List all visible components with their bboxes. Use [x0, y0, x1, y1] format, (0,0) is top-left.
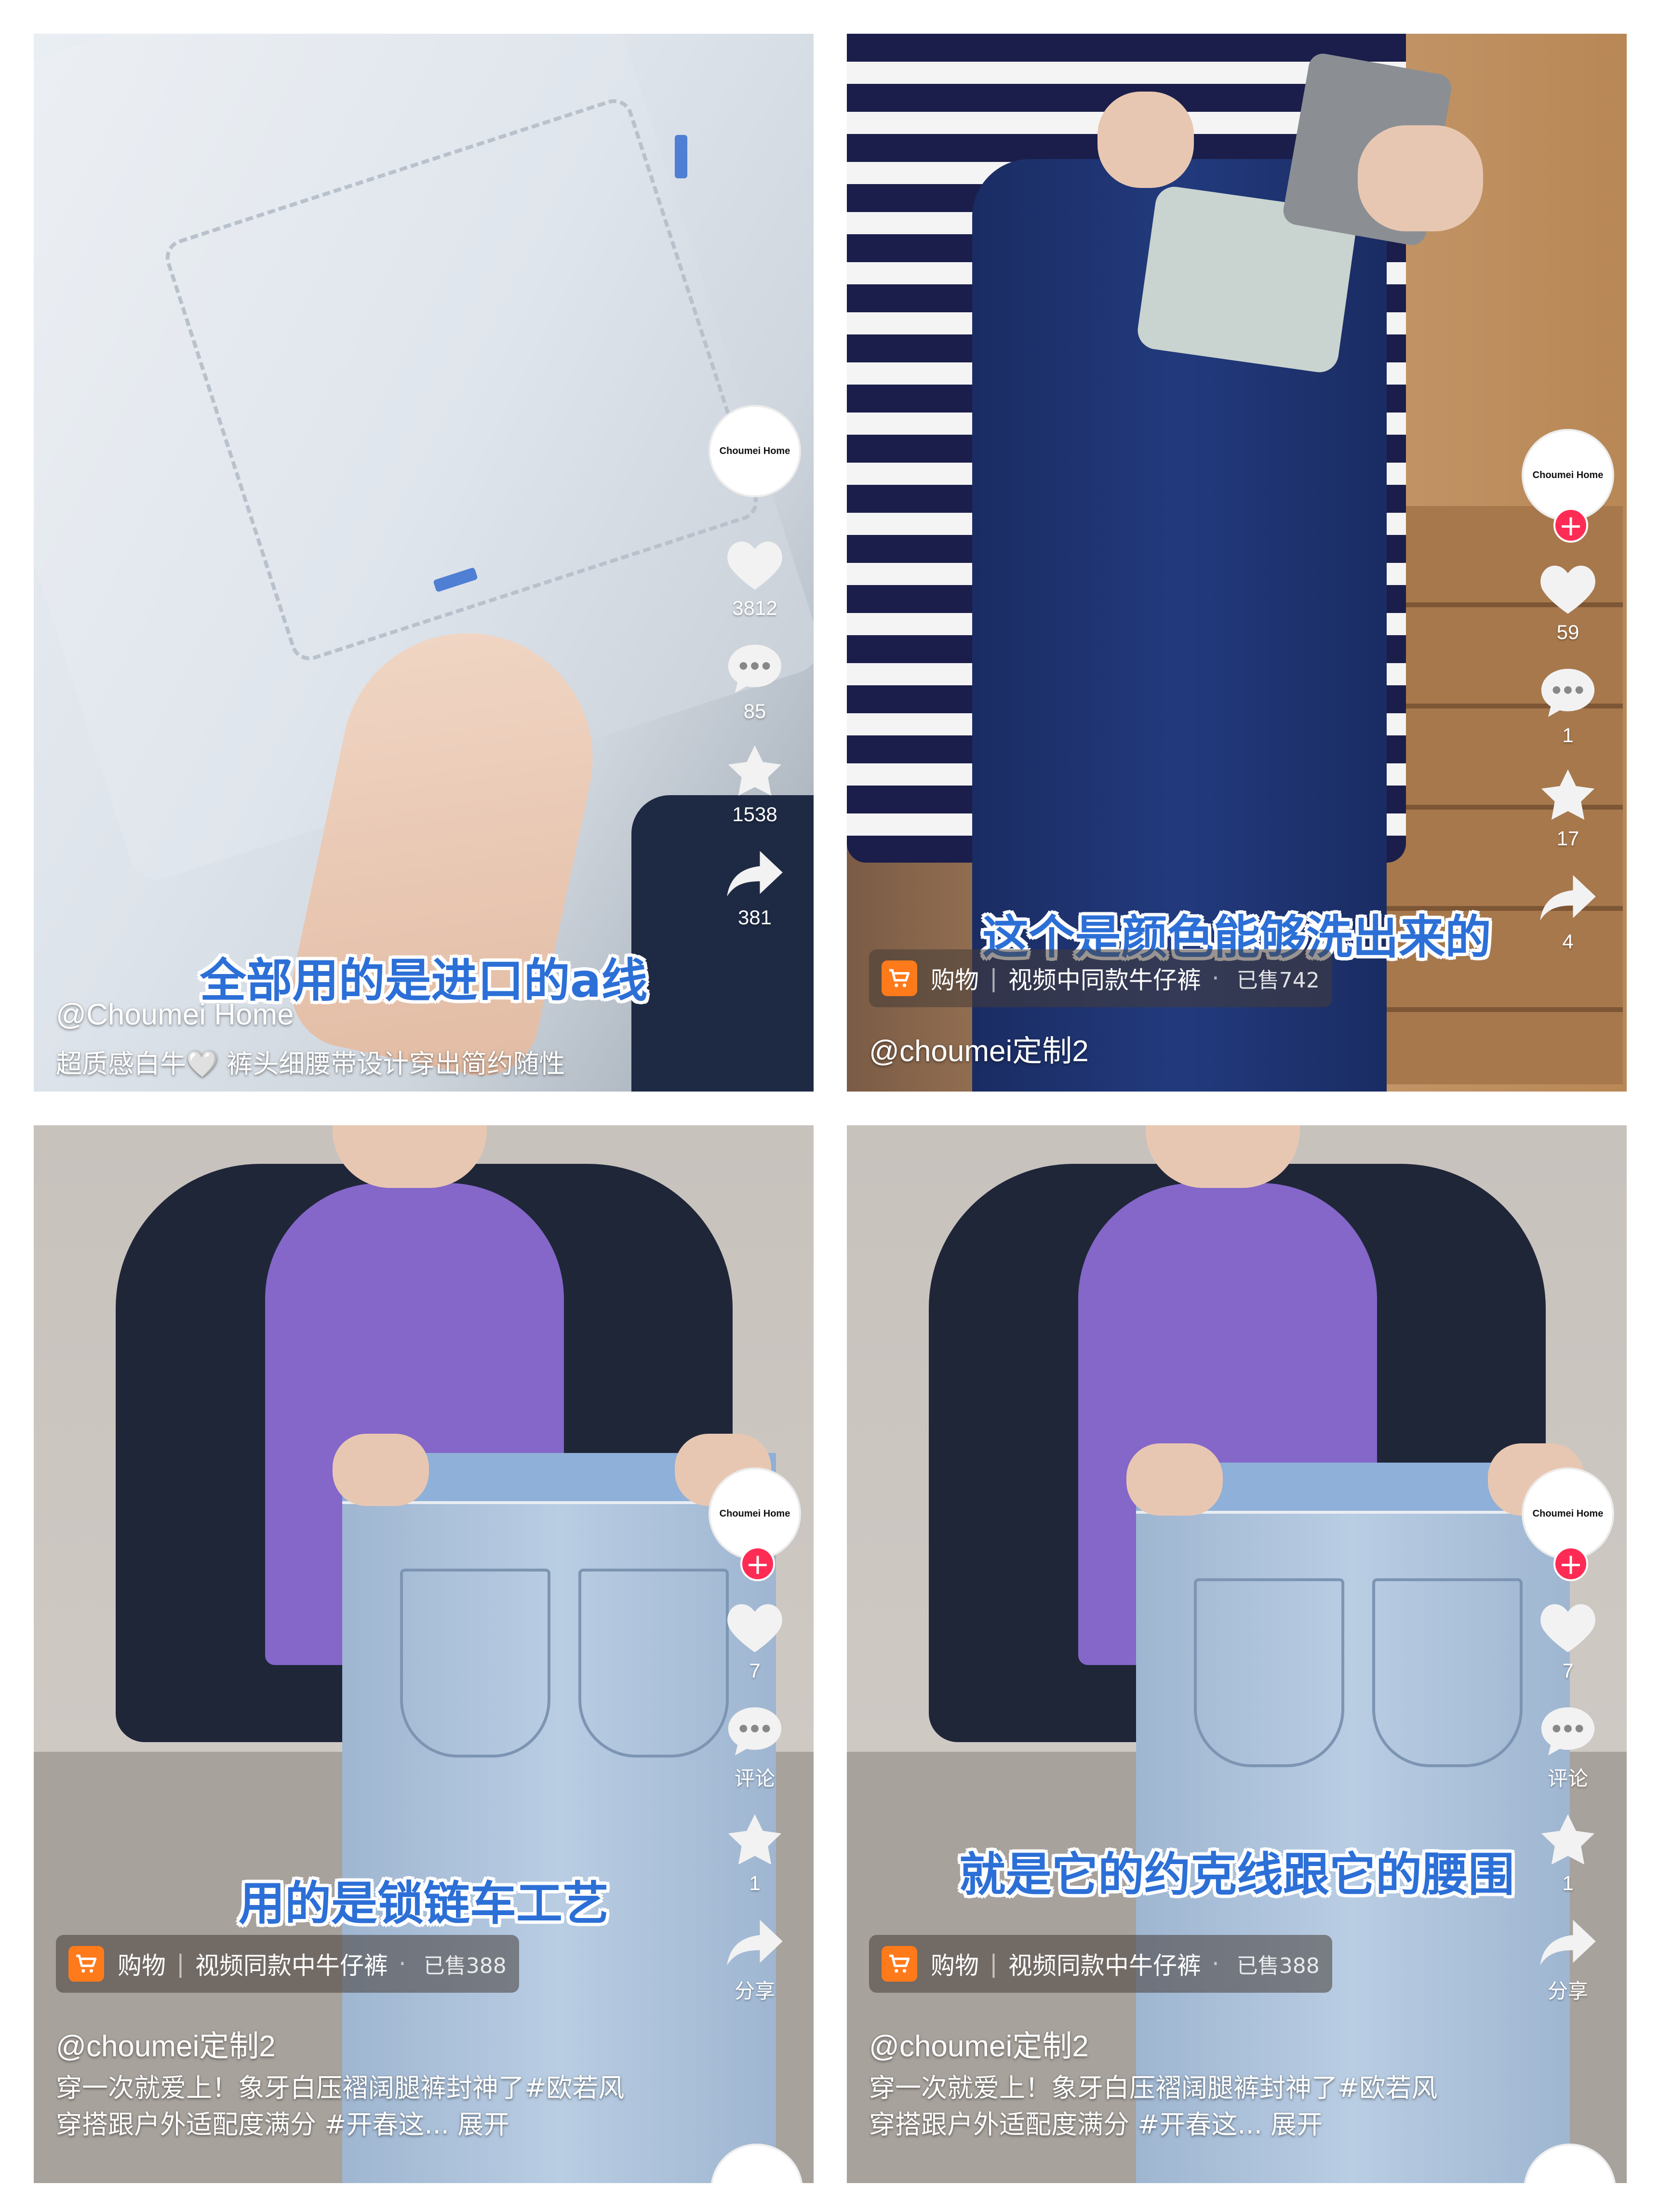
- video-description[interactable]: 穿一次就爱上！象牙白压褶阔腿裤封神了#欧若风穿搭跟户外适配度满分 #开春这...…: [869, 2070, 1447, 2143]
- like-button[interactable]: 59: [1538, 560, 1598, 644]
- shop-label: 购物: [931, 1952, 979, 1980]
- like-button[interactable]: 7: [724, 1599, 785, 1682]
- comment-icon: [728, 644, 782, 693]
- cart-icon: [68, 1946, 104, 1982]
- favorite-count: 1538: [732, 803, 777, 826]
- shop-bar[interactable]: 购物 | 视频同款中牛仔裤 · 已售388: [56, 1935, 519, 1993]
- comment-count: 1: [1562, 724, 1574, 746]
- shop-label: 购物: [118, 1952, 166, 1980]
- comment-icon: [1541, 1707, 1595, 1756]
- share-icon: [727, 851, 783, 897]
- heart-icon: [727, 1604, 782, 1652]
- video-description[interactable]: 穿一次就爱上！象牙白压褶阔腿裤封神了#欧若风穿搭跟户外适配度满分 #开春这...…: [56, 2070, 634, 2143]
- star-icon: [728, 1814, 782, 1865]
- shop-bar[interactable]: 购物 | 视频中同款牛仔裤 · 已售742: [869, 949, 1332, 1007]
- video-card-1[interactable]: Choumei Home 3812 85 1538 381 全部用的是进口的a线…: [34, 34, 814, 1092]
- shop-label: 购物: [931, 966, 979, 994]
- follow-plus-icon[interactable]: +: [1553, 508, 1588, 543]
- video-card-2[interactable]: Choumei Home + 59 1 17 4 这个是颜色能够洗出来的 购物 …: [847, 34, 1627, 1092]
- creator-avatar[interactable]: Choumei Home: [709, 405, 801, 497]
- creator-handle[interactable]: @choumei定制2: [56, 2022, 276, 2065]
- divider: ·: [1211, 1950, 1219, 1978]
- favorite-button[interactable]: 17: [1538, 766, 1598, 850]
- comment-button[interactable]: 1: [1538, 663, 1598, 747]
- comment-label: 评论: [1547, 1767, 1588, 1790]
- comment-button[interactable]: 85: [724, 639, 785, 723]
- action-rail: Choumei Home + 59 1 17 4: [1520, 429, 1616, 973]
- star-icon: [1541, 769, 1595, 820]
- like-count: 3812: [732, 597, 777, 619]
- shop-bar[interactable]: 购物 | 视频同款中牛仔裤 · 已售388: [869, 1935, 1332, 1993]
- like-count: 7: [1562, 1659, 1574, 1682]
- comment-label: 评论: [734, 1767, 775, 1790]
- divider: ·: [1211, 964, 1219, 992]
- comment-button[interactable]: 评论: [724, 1702, 785, 1792]
- hand-right: [1358, 125, 1483, 231]
- shop-product-name: 视频中同款牛仔裤: [1008, 966, 1201, 994]
- video-card-3[interactable]: Choumei Home + 7 评论 1 分享 用的是锁链车工艺 购物 | 视…: [34, 1125, 814, 2183]
- comment-icon: [728, 1707, 782, 1756]
- creator-avatar[interactable]: Choumei Home: [1522, 429, 1614, 521]
- divider: |: [990, 964, 998, 992]
- shop-sold-count: 已售388: [1236, 1954, 1320, 1978]
- comment-button[interactable]: 评论: [1538, 1702, 1598, 1792]
- creator-handle[interactable]: @choumei定制2: [869, 2022, 1089, 2065]
- creator-handle[interactable]: @choumei定制2: [869, 1026, 1089, 1070]
- creator-avatar[interactable]: Choumei Home: [1522, 1467, 1614, 1560]
- favorite-button[interactable]: 1538: [724, 742, 785, 826]
- like-count: 59: [1556, 621, 1579, 643]
- subtitle-caption: 用的是锁链车工艺: [239, 1877, 609, 1931]
- divider: ·: [398, 1950, 406, 1978]
- shop-product-name: 视频同款中牛仔裤: [195, 1952, 388, 1980]
- favorite-count: 17: [1556, 827, 1579, 850]
- share-label: 分享: [734, 1980, 775, 2002]
- action-rail: Choumei Home + 7 评论 1 分享: [707, 1467, 803, 2024]
- hand-left: [333, 1434, 429, 1506]
- follow-plus-icon[interactable]: +: [740, 1546, 775, 1581]
- star-icon: [728, 745, 782, 796]
- creator-avatar[interactable]: Choumei Home: [709, 1467, 801, 1560]
- share-icon: [1540, 1919, 1596, 1966]
- like-count: 7: [749, 1659, 761, 1682]
- shop-sold-count: 已售742: [1236, 968, 1320, 993]
- back-pocket: [1194, 1578, 1344, 1767]
- action-rail: Choumei Home 3812 85 1538 381: [707, 405, 803, 948]
- heart-icon: [1540, 565, 1595, 614]
- shop-product-name: 视频同款中牛仔裤: [1008, 1952, 1201, 1980]
- like-button[interactable]: 3812: [724, 536, 785, 620]
- back-pocket: [400, 1569, 550, 1758]
- hand-left: [1097, 92, 1194, 188]
- shop-sold-count: 已售388: [423, 1954, 507, 1978]
- comment-count: 85: [743, 700, 766, 722]
- hand-left: [1126, 1443, 1223, 1516]
- video-description: 超质感白牛🤍 裤头细腰带设计穿出简约随性: [56, 1049, 565, 1079]
- heart-icon: [1540, 1604, 1595, 1652]
- share-count: 381: [737, 906, 772, 929]
- heart-icon: [727, 541, 782, 590]
- cart-icon: [882, 1946, 917, 1982]
- video-card-4[interactable]: Choumei Home + 7 评论 1 分享 就是它的约克线跟它的腰围 购物…: [847, 1125, 1627, 2183]
- share-label: 分享: [1547, 1980, 1588, 2002]
- like-button[interactable]: 7: [1538, 1599, 1598, 1682]
- divider: |: [990, 1950, 998, 1978]
- share-button[interactable]: 分享: [1538, 1914, 1598, 2004]
- share-button[interactable]: 381: [724, 845, 785, 929]
- divider: |: [176, 1950, 185, 1978]
- creator-handle[interactable]: @Choumei Home: [56, 998, 294, 1032]
- back-pocket: [1372, 1578, 1523, 1767]
- blue-bartack: [675, 135, 687, 178]
- cart-icon: [882, 960, 917, 996]
- follow-plus-icon[interactable]: +: [1553, 1546, 1588, 1581]
- comment-icon: [1541, 668, 1595, 717]
- action-rail: Choumei Home + 7 评论 1 分享: [1520, 1467, 1616, 2024]
- subtitle-caption: 就是它的约克线跟它的腰围: [959, 1848, 1514, 1902]
